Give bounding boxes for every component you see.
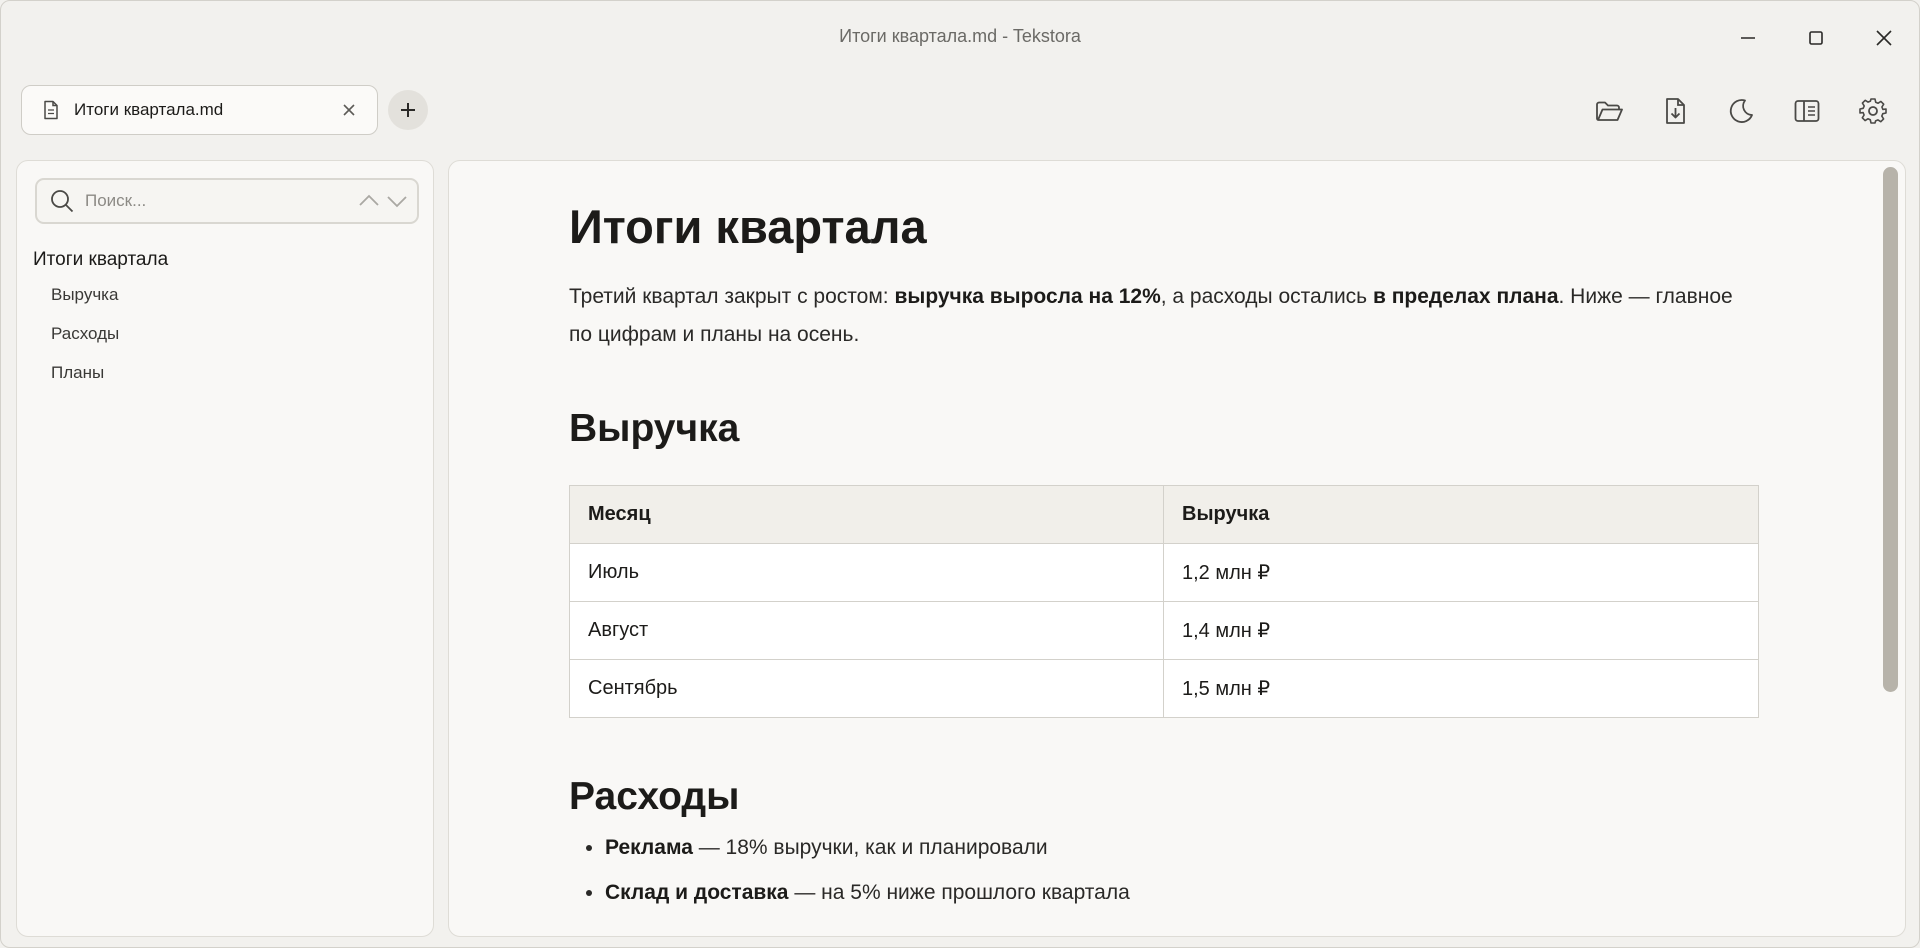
chevron-down-icon xyxy=(387,196,407,208)
column-header-revenue: Выручка xyxy=(1163,485,1759,544)
new-tab-button[interactable] xyxy=(388,90,428,130)
list-item-text: — на 5% ниже прошлого квартала xyxy=(788,881,1130,904)
list-item-label: Реклама xyxy=(605,836,693,859)
search-box xyxy=(35,178,419,224)
window-title: Итоги квартала.md - Tekstora xyxy=(839,26,1081,46)
title-bar: Итоги квартала.md - Tekstora xyxy=(1,1,1919,75)
export-button[interactable] xyxy=(1655,91,1695,131)
table-header-row: Месяц Выручка xyxy=(569,485,1759,544)
settings-button[interactable] xyxy=(1853,91,1893,131)
outline-item-revenue[interactable]: Выручка xyxy=(51,285,168,324)
vertical-scrollbar[interactable] xyxy=(1877,161,1905,936)
chevron-up-icon xyxy=(359,194,379,206)
minimize-button[interactable] xyxy=(1727,19,1769,57)
table-row: Июль 1,2 млн ₽ xyxy=(569,543,1759,602)
column-header-month: Месяц xyxy=(569,485,1164,544)
app-window: Итоги квартала.md - Tekstora Итоги кварт… xyxy=(0,0,1920,948)
table-row: Август 1,4 млн ₽ xyxy=(569,601,1759,660)
document-title: Итоги квартала xyxy=(569,200,927,253)
theme-toggle-button[interactable] xyxy=(1721,91,1761,131)
close-tab-icon xyxy=(343,104,355,116)
moon-icon xyxy=(1729,99,1753,123)
maximize-button[interactable] xyxy=(1795,19,1837,57)
download-icon xyxy=(1666,98,1685,124)
document-outline: Итоги квартала Выручка Расходы Планы xyxy=(33,249,168,402)
list-item-label: Склад и доставка xyxy=(605,881,789,904)
close-icon xyxy=(1876,30,1892,46)
outline-sidebar: Итоги квартала Выручка Расходы Планы xyxy=(16,160,434,937)
next-match-button[interactable] xyxy=(383,187,411,215)
search-input[interactable] xyxy=(83,190,327,212)
outline-item-expenses[interactable]: Расходы xyxy=(51,324,168,363)
revenue-table: Месяц Выручка Июль 1,2 млн ₽ Август 1,4 … xyxy=(569,485,1759,718)
close-window-button[interactable] xyxy=(1863,19,1905,57)
table-cell-month: Сентябрь xyxy=(569,659,1164,718)
open-file-button[interactable] xyxy=(1589,91,1629,131)
tab-document[interactable]: Итоги квартала.md xyxy=(21,85,378,135)
list-item-text: — 18% выручки, как и планировали xyxy=(692,836,1048,859)
table-cell-month: Июль xyxy=(569,543,1164,602)
maximize-icon xyxy=(1809,31,1823,45)
list-item: Реклама — 18% выручки, как и планировали xyxy=(605,833,1130,878)
lead-bold-plan: в пределах плана xyxy=(1372,285,1559,308)
search-icon xyxy=(49,188,75,214)
tab-label: Итоги квартала.md xyxy=(74,100,224,119)
table-cell-month: Август xyxy=(569,601,1164,660)
heading-expenses: Расходы xyxy=(569,775,740,818)
table-cell-revenue: 1,5 млн ₽ xyxy=(1163,659,1759,718)
expenses-list: Реклама — 18% выручки, как и планировали… xyxy=(569,833,1130,923)
table-cell-revenue: 1,2 млн ₽ xyxy=(1163,543,1759,602)
plus-icon xyxy=(401,103,415,117)
toggle-outline-button[interactable] xyxy=(1787,91,1827,131)
editor-panel[interactable]: Итоги квартала Третий квартал закрыт с р… xyxy=(448,160,1906,937)
table-row: Сентябрь 1,5 млн ₽ xyxy=(569,659,1759,718)
lead-bold-revenue: выручка выросла на 12% xyxy=(894,285,1161,308)
scrollbar-thumb[interactable] xyxy=(1883,167,1898,692)
list-item: Склад и доставка — на 5% ниже прошлого к… xyxy=(605,878,1130,923)
close-tab-button[interactable] xyxy=(339,100,359,120)
document-icon xyxy=(42,100,60,120)
lead-text: , а расходы остались xyxy=(1160,285,1373,308)
folder-open-icon xyxy=(1596,101,1623,121)
lead-text: Третий квартал закрыт с ростом: xyxy=(569,285,895,308)
outline-item-title[interactable]: Итоги квартала xyxy=(33,249,168,271)
gear-icon xyxy=(1859,98,1887,124)
heading-revenue: Выручка xyxy=(569,407,740,450)
outline-item-plans[interactable]: Планы xyxy=(51,363,168,402)
lead-paragraph: Третий квартал закрыт с ростом: выручка … xyxy=(569,278,1759,354)
table-cell-revenue: 1,4 млн ₽ xyxy=(1163,601,1759,660)
minimize-icon xyxy=(1741,37,1755,39)
sidebar-toggle-icon xyxy=(1794,100,1820,122)
previous-match-button[interactable] xyxy=(355,187,383,215)
